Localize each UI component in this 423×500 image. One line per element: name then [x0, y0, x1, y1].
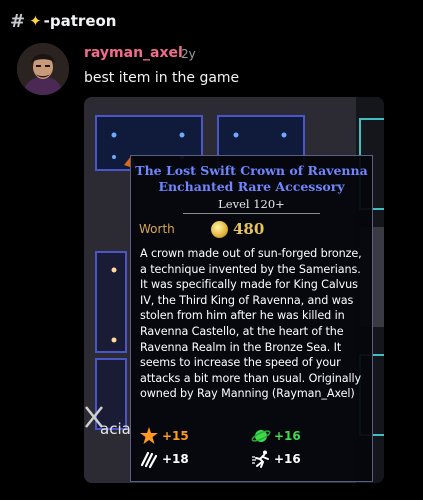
channel-name: -patreon	[43, 12, 117, 30]
stat-value: +16	[274, 452, 301, 466]
worth-label: Worth	[139, 222, 175, 236]
author-username[interactable]: rayman_axel	[84, 45, 183, 61]
planet-icon	[251, 430, 271, 442]
item-name: The Lost Swift Crown of Ravenna	[135, 163, 368, 178]
sparkle-icon: ✦	[29, 12, 42, 30]
hash-icon: #	[10, 10, 26, 32]
running-figure-icon	[252, 450, 269, 468]
stat-value: +15	[162, 429, 189, 443]
channel-header[interactable]: # ✦ -patreon	[10, 10, 116, 32]
item-description: A crown made out of sun-forged bronze, a…	[140, 247, 362, 401]
worth-value: 480	[233, 220, 265, 238]
stat-power: +15	[139, 426, 189, 446]
message-text: best item in the game	[84, 70, 240, 86]
star-burst-icon	[140, 427, 158, 444]
item-tooltip: The Lost Swift Crown of Ravenna Enchante…	[130, 155, 373, 482]
stat-value: +16	[274, 429, 301, 443]
worth-row: Worth 480	[131, 219, 372, 239]
stat-magic: +16	[251, 426, 301, 446]
divider	[183, 213, 320, 214]
stat-attack-speed: +18	[139, 449, 189, 469]
message-timestamp: 2y	[181, 47, 196, 61]
gold-coin-icon	[211, 220, 228, 238]
avatar[interactable]	[17, 43, 69, 95]
stat-value: +18	[162, 452, 189, 466]
item-rarity: Enchanted Rare Accessory	[158, 179, 345, 194]
background-text: acia	[100, 420, 131, 438]
stat-agility: +16	[251, 449, 301, 469]
item-level: Level 120+	[218, 197, 285, 211]
swift-attack-icon	[140, 451, 158, 469]
